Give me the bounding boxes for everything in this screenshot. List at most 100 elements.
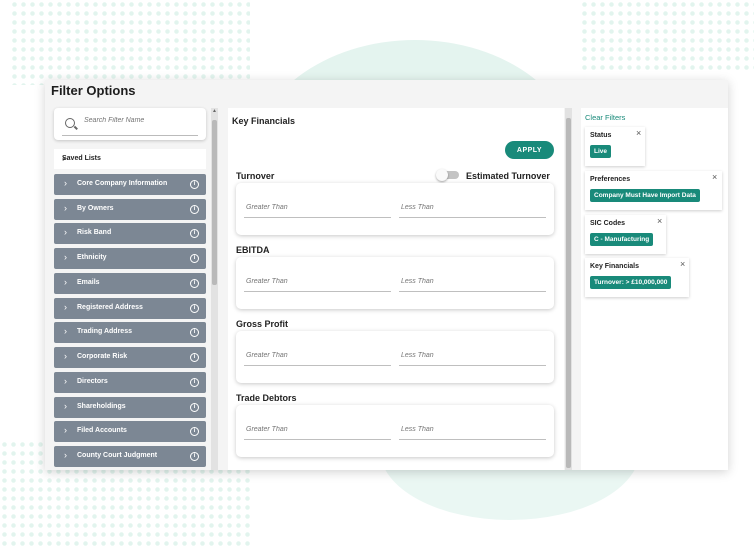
category-label: Registered Address [77, 304, 143, 311]
background-pattern [10, 0, 250, 85]
chevron-right-icon: › [64, 302, 67, 312]
chevron-right-icon: › [64, 178, 67, 188]
filter-title: Preferences [590, 176, 631, 183]
category-core-company-information[interactable]: › Core Company Information i [54, 174, 206, 195]
ebitda-less-than-field[interactable] [399, 272, 546, 292]
trade-debtors-greater-than-field[interactable] [244, 420, 391, 440]
category-registered-address[interactable]: › Registered Address i [54, 298, 206, 319]
info-icon[interactable]: i [190, 180, 199, 189]
filter-value-chip: C - Manufacturing [590, 233, 654, 246]
info-icon[interactable]: i [190, 254, 199, 263]
turnover-label: Turnover [236, 171, 275, 181]
active-filter-preferences: Preferences × Company Must Have Import D… [585, 171, 722, 210]
close-icon[interactable]: × [657, 216, 662, 226]
category-corporate-risk[interactable]: › Corporate Risk i [54, 347, 206, 368]
category-label: Shareholdings [77, 403, 126, 410]
chevron-right-icon: › [64, 450, 67, 460]
chevron-right-icon: › [64, 252, 67, 262]
filter-options-window: Filter Options Saved Lists › › Core Comp… [45, 80, 728, 470]
trade-debtors-range-card [236, 405, 554, 457]
panel-title: Key Financials [232, 116, 296, 126]
active-filter-status: Status × Live [585, 127, 645, 166]
category-trading-address[interactable]: › Trading Address i [54, 322, 206, 343]
window-title: Filter Options [51, 83, 136, 98]
info-icon[interactable]: i [190, 427, 199, 436]
category-county-court-judgment[interactable]: › County Court Judgment i [54, 446, 206, 467]
category-label: Trading Address [77, 328, 132, 335]
info-icon[interactable]: i [190, 452, 199, 461]
filter-value-chip: Company Must Have Import Data [590, 189, 700, 202]
info-icon[interactable]: i [190, 279, 199, 288]
info-icon[interactable]: i [190, 328, 199, 337]
background-pattern [580, 0, 754, 70]
category-filed-accounts[interactable]: › Filed Accounts i [54, 421, 206, 442]
category-label: Core Company Information [77, 180, 168, 187]
clear-filters-link[interactable]: Clear Filters [585, 113, 625, 122]
category-emails[interactable]: › Emails i [54, 273, 206, 294]
info-icon[interactable]: i [190, 378, 199, 387]
trade-debtors-less-than-field[interactable] [399, 420, 546, 440]
info-icon[interactable]: i [190, 403, 199, 412]
category-label: Emails [77, 279, 100, 286]
active-filter-sic-codes: SIC Codes × C - Manufacturing [585, 215, 666, 254]
active-filter-key-financials: Key Financials × Turnover: > £10,000,000 [585, 258, 689, 297]
info-icon[interactable]: i [190, 353, 199, 362]
close-icon[interactable]: × [636, 128, 641, 138]
filter-title: SIC Codes [590, 220, 626, 227]
chevron-right-icon: › [64, 351, 67, 361]
estimated-turnover-label: Estimated Turnover [466, 171, 550, 181]
key-financials-panel: Key Financials APPLY Turnover Estimated … [228, 108, 564, 470]
ebitda-range-card [236, 257, 554, 309]
category-label: Filed Accounts [77, 427, 127, 434]
toggle-knob [436, 169, 448, 181]
active-filters-panel: Clear Filters Status × Live Preferences … [581, 108, 728, 470]
gross-profit-greater-than-field[interactable] [244, 346, 391, 366]
gross-profit-label: Gross Profit [236, 319, 289, 329]
chevron-right-icon: › [64, 425, 67, 435]
category-label: Risk Band [77, 229, 112, 236]
category-label: Ethnicity [77, 254, 107, 261]
filter-title: Key Financials [590, 263, 640, 270]
turnover-greater-than-field[interactable] [244, 198, 391, 218]
chevron-right-icon: › [64, 376, 67, 386]
category-label: By Owners [77, 205, 114, 212]
ebitda-label: EBITDA [236, 245, 270, 255]
chevron-right-icon: › [64, 277, 67, 287]
chevron-right-icon: › [64, 401, 67, 411]
search-input[interactable] [84, 117, 194, 124]
filter-title: Status [590, 132, 612, 139]
panel-scrollbar[interactable] [565, 108, 572, 470]
category-ethnicity[interactable]: › Ethnicity i [54, 248, 206, 269]
category-scrollbar[interactable]: ▲ [211, 108, 218, 470]
search-icon [65, 118, 75, 128]
category-risk-band[interactable]: › Risk Band i [54, 223, 206, 244]
info-icon[interactable]: i [190, 229, 199, 238]
close-icon[interactable]: × [712, 172, 717, 182]
category-label: County Court Judgment [77, 452, 158, 459]
scroll-up-icon[interactable]: ▲ [211, 108, 218, 116]
ebitda-greater-than-field[interactable] [244, 272, 391, 292]
scrollbar-thumb[interactable] [566, 118, 571, 468]
category-label: Directors [77, 378, 108, 385]
category-label: Corporate Risk [77, 353, 128, 360]
apply-button[interactable]: APPLY [505, 141, 554, 159]
category-directors[interactable]: › Directors i [54, 372, 206, 393]
turnover-range-card [236, 183, 554, 235]
chevron-right-icon: › [64, 203, 67, 213]
chevron-right-icon: › [62, 153, 66, 164]
chevron-right-icon: › [64, 227, 67, 237]
search-underline [62, 135, 198, 136]
search-box[interactable] [54, 108, 206, 140]
gross-profit-range-card [236, 331, 554, 383]
saved-lists-item[interactable]: Saved Lists › [54, 149, 206, 169]
turnover-less-than-field[interactable] [399, 198, 546, 218]
scrollbar-thumb[interactable] [212, 120, 217, 285]
close-icon[interactable]: × [680, 259, 685, 269]
info-icon[interactable]: i [190, 205, 199, 214]
category-by-owners[interactable]: › By Owners i [54, 199, 206, 220]
filter-value-chip: Live [590, 145, 612, 158]
info-icon[interactable]: i [190, 304, 199, 313]
category-shareholdings[interactable]: › Shareholdings i [54, 397, 206, 418]
estimated-turnover-toggle[interactable] [436, 169, 462, 181]
gross-profit-less-than-field[interactable] [399, 346, 546, 366]
